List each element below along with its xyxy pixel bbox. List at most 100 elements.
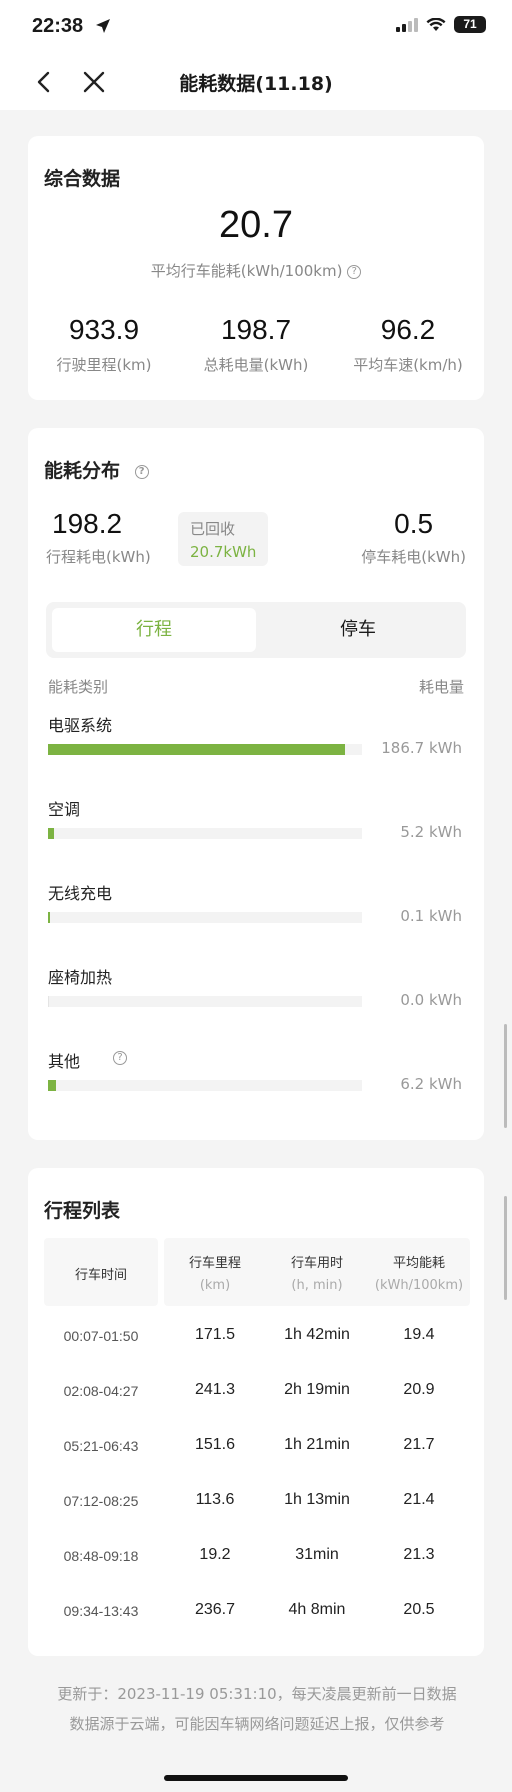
progress-track (48, 912, 362, 923)
progress-fill (48, 996, 49, 1007)
summary-title: 综合数据 (44, 168, 121, 190)
header-label: 行车用时 (290, 1256, 343, 1271)
park-consumption-label: 停车耗电(kWh) (361, 548, 466, 566)
header-avg-consumption: 平均能耗 (kWh/100km) (368, 1238, 470, 1306)
update-note: 更新于：2023-11-19 05:31:10，每天凌晨更新前一日数据 (57, 1685, 457, 1703)
trip-duration: 31min (295, 1546, 339, 1563)
trip-time: 02:08-04:27 (63, 1383, 139, 1399)
trip-time: 07:12-08:25 (63, 1493, 139, 1509)
progress-fill (48, 828, 54, 839)
trip-time: 08:48-09:18 (63, 1548, 139, 1564)
trip-avg-consumption: 21.7 (403, 1436, 435, 1453)
header-unit: (h, min) (291, 1278, 343, 1293)
cellular-signal-icon (396, 17, 418, 32)
category-value: 0.0 kWh (400, 991, 462, 1009)
summary-card: 综合数据 20.7 平均行车能耗(kWh/100km) ? 933.9 行驶里程… (28, 136, 484, 400)
trip-mileage: 241.3 (194, 1381, 236, 1398)
table-row[interactable]: 02:08-04:27 241.3 2h 19min 20.9 (28, 1363, 484, 1418)
trip-list-title: 行程列表 (44, 1200, 121, 1222)
table-row[interactable]: 09:34-13:43 236.7 4h 8min 20.5 (28, 1583, 484, 1638)
header-unit: (km) (199, 1278, 231, 1293)
table-row[interactable]: 08:48-09:18 19.2 31min 21.3 (28, 1528, 484, 1583)
wifi-icon (426, 17, 446, 31)
distribution-card: 能耗分布 ? 198.2 行程耗电(kWh) 已回收 20.7kWh 0.5 停… (28, 428, 484, 1140)
trip-time: 00:07-01:50 (63, 1328, 139, 1344)
stat-label: 行驶里程(km) (56, 356, 152, 374)
category-value: 186.7 kWh (381, 739, 462, 757)
stat-mileage: 933.9 行驶里程(km) (28, 314, 180, 375)
data-source-note: 数据源于云端，可能因车辆网络问题延迟上报，仅供参考 (69, 1715, 445, 1733)
drive-consumption: 198.2 行程耗电(kWh) (46, 508, 151, 567)
trip-avg-consumption: 19.4 (403, 1326, 435, 1343)
trip-mileage: 151.6 (194, 1436, 236, 1453)
status-bar: 22:38 71 (0, 0, 512, 54)
progress-track (48, 828, 362, 839)
progress-track (48, 1080, 362, 1091)
category-name: 无线充电 (48, 884, 113, 903)
table-row[interactable]: 05:21-06:43 151.6 1h 21min 21.7 (28, 1418, 484, 1473)
trip-time: 09:34-13:43 (63, 1603, 139, 1619)
trip-avg-consumption: 20.9 (403, 1381, 435, 1398)
recycled-energy-badge: 已回收 20.7kWh (178, 512, 268, 566)
trip-mileage: 113.6 (195, 1491, 235, 1508)
header-unit: (kWh/100km) (374, 1278, 464, 1293)
tab-parking[interactable]: 停车 (256, 608, 460, 652)
table-row[interactable]: 00:07-01:50 171.5 1h 42min 19.4 (28, 1308, 484, 1363)
help-icon[interactable]: ? (347, 264, 362, 279)
header-label: 行车时间 (74, 1268, 127, 1283)
park-consumption-value: 0.5 (394, 508, 434, 539)
help-icon[interactable]: ? (134, 464, 149, 479)
category-value: 5.2 kWh (400, 823, 462, 841)
avg-consumption-label: 平均行车能耗(kWh/100km) (150, 262, 343, 280)
recycled-value: 20.7kWh (190, 543, 257, 561)
trip-duration: 1h 13min (284, 1491, 350, 1508)
trip-mileage: 19.2 (199, 1546, 231, 1563)
trip-duration: 4h 8min (288, 1601, 346, 1618)
distribution-title: 能耗分布 (44, 460, 121, 482)
trip-time: 05:21-06:43 (63, 1438, 139, 1454)
stat-label: 总耗电量(kWh) (203, 356, 309, 374)
column-category: 能耗类别 (48, 678, 109, 696)
avg-consumption-label-row: 平均行车能耗(kWh/100km) ? (28, 260, 484, 281)
category-name: 电驱系统 (48, 716, 113, 735)
distribution-title-row: 能耗分布 ? (44, 456, 149, 483)
location-arrow-icon (96, 19, 110, 33)
nav-bar: 能耗数据(11.18) (0, 54, 512, 110)
drive-consumption-value: 198.2 (52, 508, 123, 539)
stat-value: 198.7 (220, 314, 292, 345)
trip-list-card: 行程列表 行车时间 行车里程 (km) 行车用时 (h, min) 平均能耗 (… (28, 1168, 484, 1656)
trip-avg-consumption: 20.5 (403, 1601, 435, 1618)
home-indicator (164, 1775, 348, 1781)
category-name: 其他 (48, 1052, 81, 1071)
stat-label: 平均车速(km/h) (353, 356, 463, 374)
status-time: 22:38 (32, 15, 84, 37)
stat-total-consumption: 198.7 总耗电量(kWh) (180, 314, 332, 375)
scrollbar-secondary[interactable] (504, 1196, 507, 1300)
stat-value: 96.2 (380, 314, 436, 345)
progress-fill (48, 912, 50, 923)
header-label: 平均能耗 (392, 1256, 445, 1271)
progress-fill (48, 744, 345, 755)
battery-indicator: 71 (454, 16, 486, 33)
trip-avg-consumption: 21.4 (403, 1491, 435, 1508)
progress-fill (48, 1080, 56, 1091)
stat-avg-speed: 96.2 平均车速(km/h) (332, 314, 484, 375)
park-consumption: 0.5 停车耗电(kWh) (361, 508, 466, 567)
table-row[interactable]: 07:12-08:25 113.6 1h 13min 21.4 (28, 1473, 484, 1528)
tab-trip[interactable]: 行程 (52, 608, 256, 652)
help-icon[interactable]: ? (113, 1051, 127, 1065)
category-name: 空调 (48, 800, 81, 819)
trip-duration: 1h 21min (284, 1436, 350, 1453)
header-metrics: 行车里程 (km) 行车用时 (h, min) 平均能耗 (kWh/100km) (164, 1238, 470, 1306)
header-mileage: 行车里程 (km) (164, 1238, 266, 1306)
trip-duration: 1h 42min (284, 1326, 350, 1343)
category-value: 6.2 kWh (400, 1075, 462, 1093)
page-title: 能耗数据(11.18) (179, 73, 333, 95)
scrollbar[interactable] (504, 1024, 507, 1128)
column-consumption: 耗电量 (418, 678, 464, 696)
stat-value: 933.9 (68, 314, 140, 345)
trip-park-toggle: 行程 停车 (46, 602, 466, 658)
progress-track (48, 996, 362, 1007)
header-duration: 行车用时 (h, min) (266, 1238, 368, 1306)
category-value: 0.1 kWh (400, 907, 462, 925)
